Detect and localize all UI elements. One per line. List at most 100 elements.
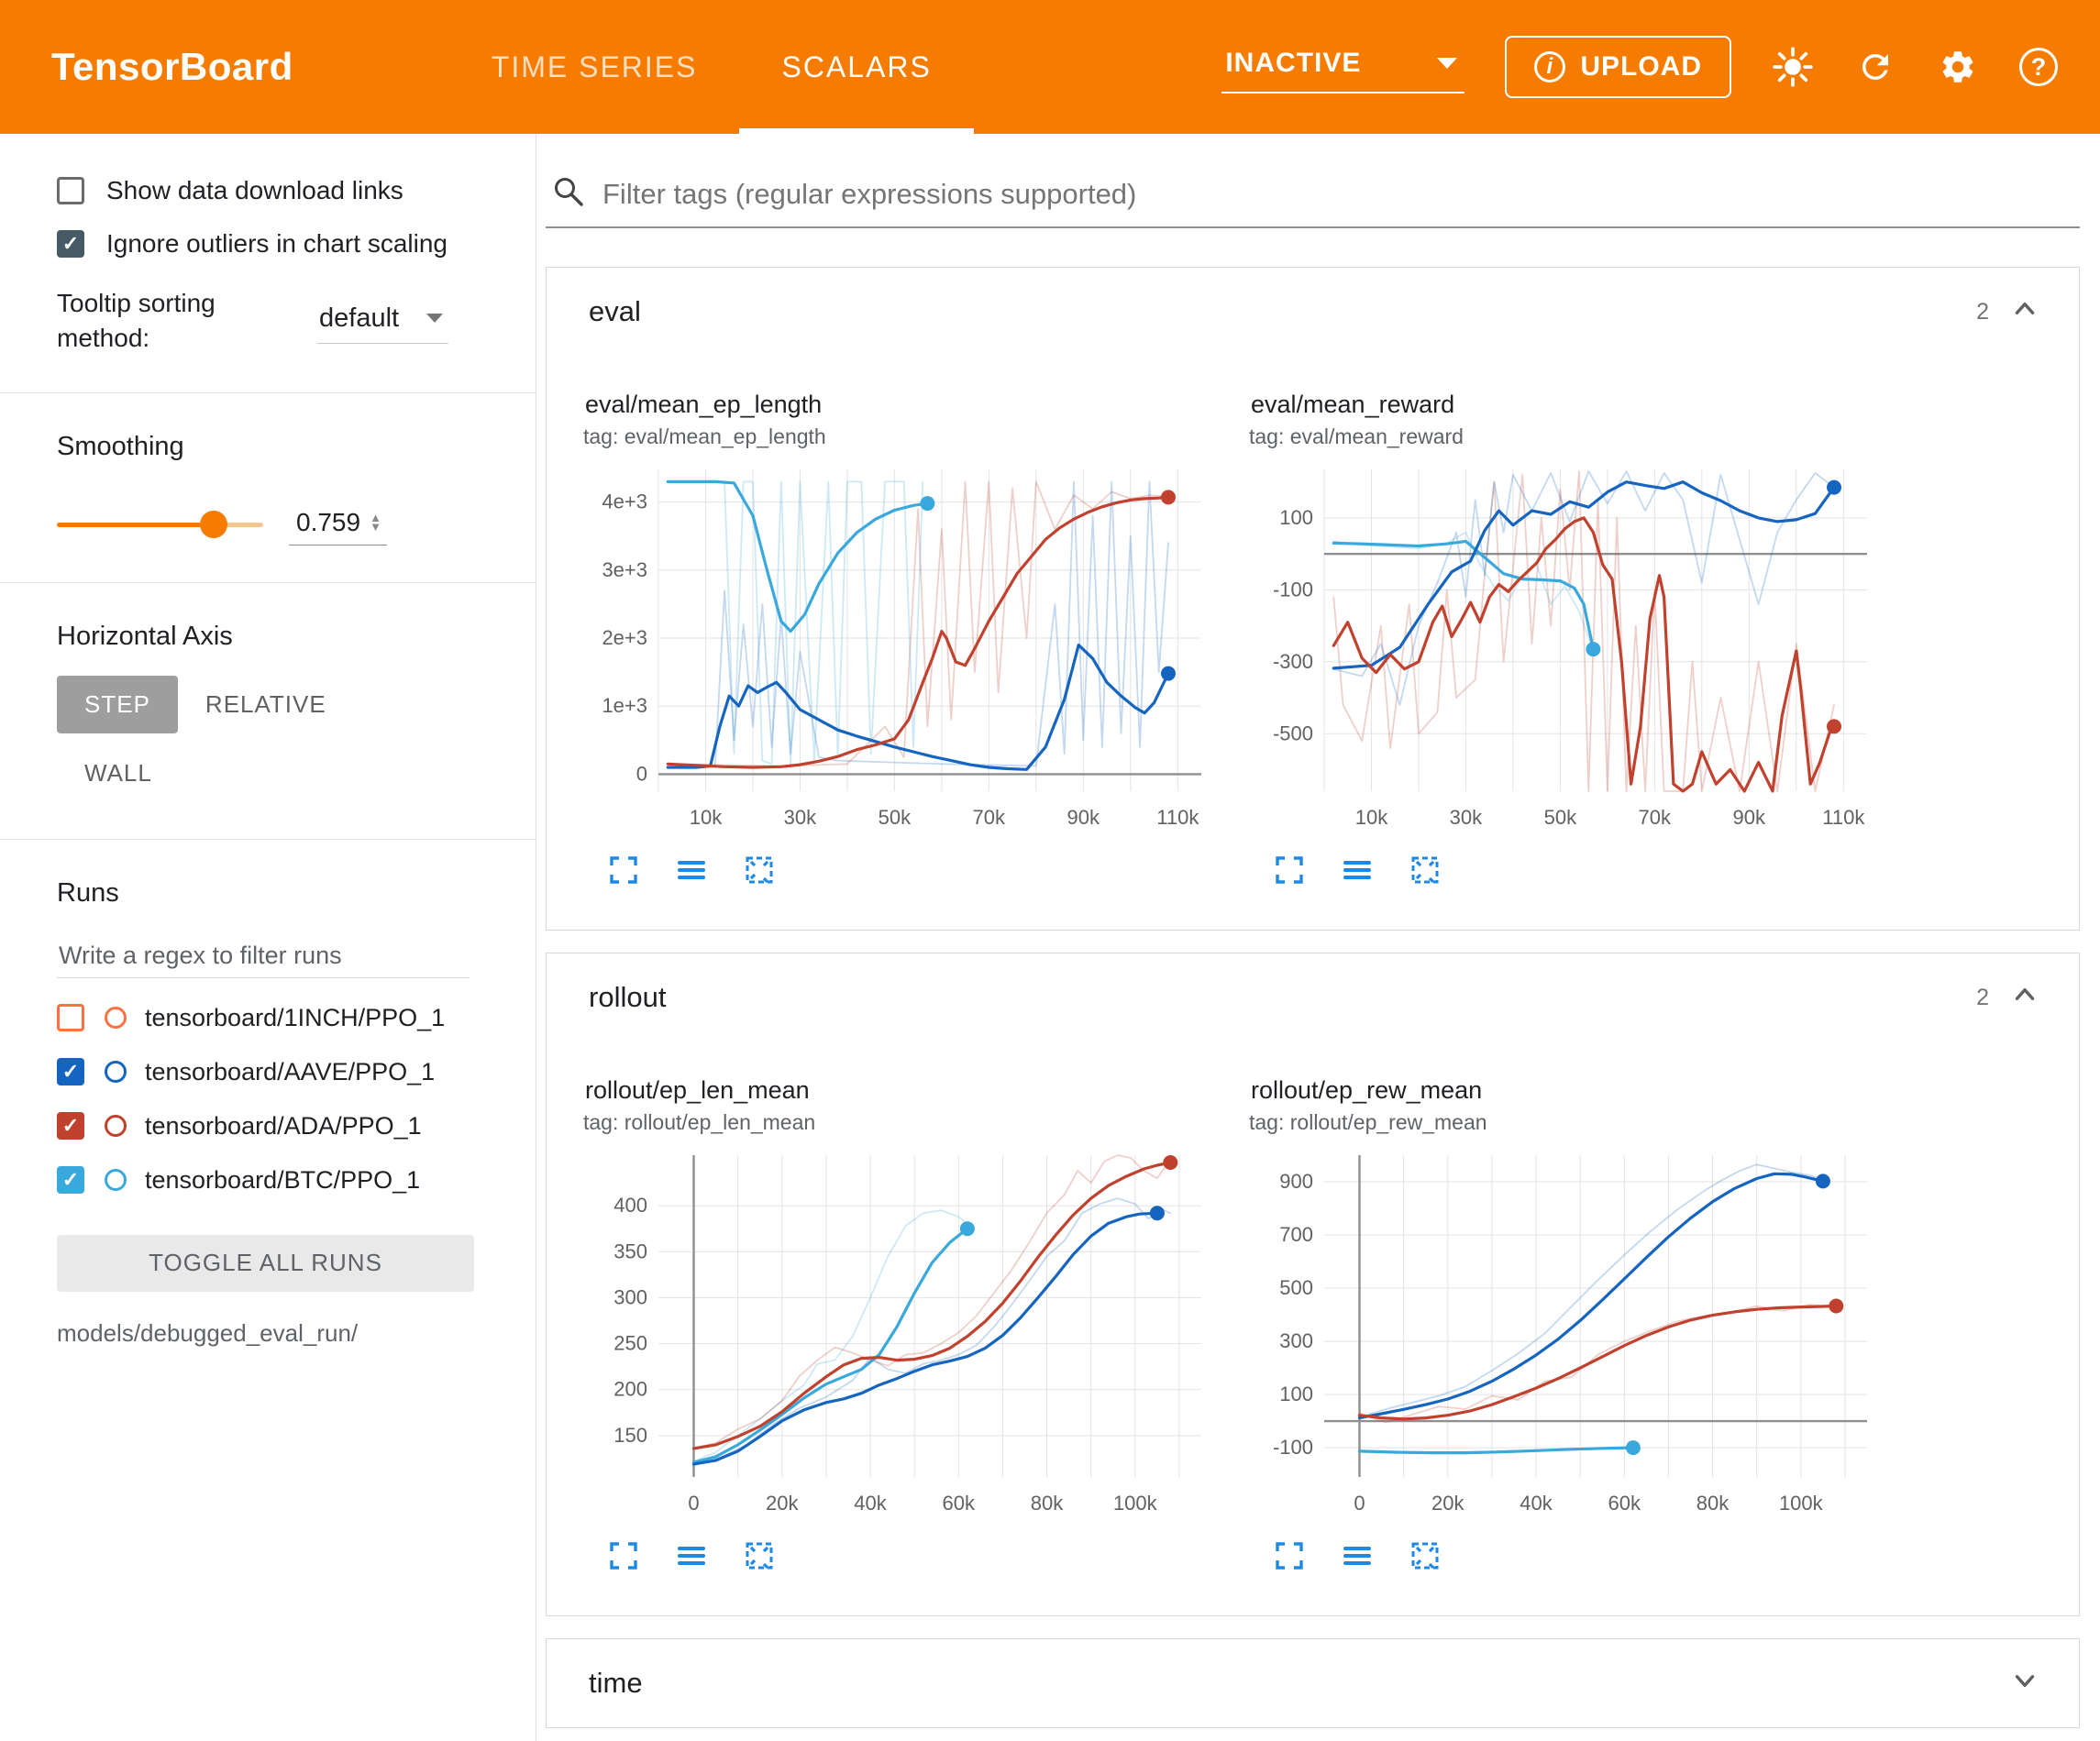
horizontal-lines-icon[interactable] bbox=[675, 1539, 708, 1577]
svg-text:110k: 110k bbox=[1156, 806, 1199, 829]
collapse-icon[interactable] bbox=[2009, 293, 2040, 331]
runs-filter-input[interactable] bbox=[57, 934, 470, 978]
scalars-main-panel: eval 2 eval/mean_ep_length tag: eval/mea… bbox=[536, 134, 2100, 1741]
env-status-value: INACTIVE bbox=[1225, 48, 1361, 79]
tooltip-sorting-value: default bbox=[319, 303, 399, 334]
toggle-all-runs-button[interactable]: TOGGLE ALL RUNS bbox=[57, 1235, 474, 1292]
svg-text:60k: 60k bbox=[943, 1492, 976, 1515]
section-header-time[interactable]: time bbox=[547, 1639, 2079, 1727]
line-chart[interactable]: -100100300500700900020k40k60k80k100k bbox=[1249, 1144, 1891, 1525]
upload-button[interactable]: i UPLOAD bbox=[1505, 36, 1731, 98]
fullscreen-icon[interactable] bbox=[1273, 854, 1306, 891]
chart-actions bbox=[607, 854, 1225, 891]
info-icon: i bbox=[1534, 51, 1565, 83]
run-checkbox[interactable]: ✓ bbox=[57, 1112, 84, 1140]
run-color-circle[interactable] bbox=[105, 1169, 127, 1191]
fit-domain-icon[interactable] bbox=[743, 1539, 776, 1577]
divider bbox=[0, 392, 536, 393]
chart-tag: tag: eval/mean_ep_length bbox=[583, 424, 1225, 449]
smoothing-value-field[interactable]: 0.759 ▲ ▼ bbox=[289, 504, 387, 545]
svg-text:70k: 70k bbox=[1639, 806, 1672, 829]
fit-domain-icon[interactable] bbox=[1409, 854, 1442, 891]
axis-wall-button[interactable]: WALL bbox=[57, 744, 180, 802]
spinner-down-icon[interactable]: ▼ bbox=[370, 523, 381, 532]
svg-text:-100: -100 bbox=[1273, 578, 1313, 601]
run-color-circle[interactable] bbox=[105, 1007, 127, 1029]
brightness-icon[interactable] bbox=[1772, 46, 1814, 88]
section-chart-count: 2 bbox=[1976, 299, 1989, 325]
fullscreen-icon[interactable] bbox=[1273, 1539, 1306, 1577]
smoothing-slider[interactable] bbox=[57, 523, 263, 527]
run-row: ✓ tensorboard/BTC/PPO_1 bbox=[57, 1166, 536, 1195]
axis-relative-button[interactable]: RELATIVE bbox=[178, 676, 354, 733]
slider-thumb[interactable] bbox=[200, 511, 227, 538]
checkbox-label: Ignore outliers in chart scaling bbox=[106, 229, 448, 259]
horizontal-lines-icon[interactable] bbox=[675, 854, 708, 891]
svg-text:60k: 60k bbox=[1608, 1492, 1641, 1515]
fit-domain-icon[interactable] bbox=[743, 854, 776, 891]
svg-text:300: 300 bbox=[613, 1285, 647, 1308]
main-tabs: TIME SERIES SCALARS bbox=[449, 0, 974, 134]
horizontal-lines-icon[interactable] bbox=[1341, 854, 1374, 891]
svg-text:50k: 50k bbox=[1544, 806, 1577, 829]
checkbox-label: Show data download links bbox=[106, 176, 403, 205]
tag-filter-input[interactable] bbox=[602, 178, 2076, 211]
expand-icon[interactable] bbox=[2009, 1665, 2040, 1702]
svg-text:110k: 110k bbox=[1822, 806, 1865, 829]
show-download-links-checkbox[interactable] bbox=[57, 177, 84, 204]
smoothing-value: 0.759 bbox=[296, 508, 360, 537]
horizontal-axis-label: Horizontal Axis bbox=[57, 622, 536, 652]
section-header-rollout[interactable]: rollout 2 bbox=[547, 953, 2079, 1041]
run-checkbox[interactable]: ✓ bbox=[57, 1166, 84, 1194]
svg-text:0: 0 bbox=[688, 1492, 699, 1515]
tooltip-sorting-select[interactable]: default bbox=[317, 298, 448, 344]
line-chart[interactable]: -500-300-10010010k30k50k70k90k110k bbox=[1249, 458, 1891, 839]
run-checkbox[interactable]: ✓ bbox=[57, 1058, 84, 1085]
refresh-icon[interactable] bbox=[1854, 46, 1896, 88]
line-chart[interactable]: 01e+32e+33e+34e+310k30k50k70k90k110k bbox=[583, 458, 1225, 839]
settings-gear-icon[interactable] bbox=[1937, 46, 1979, 88]
svg-text:700: 700 bbox=[1279, 1223, 1313, 1246]
chevron-down-icon bbox=[426, 314, 443, 323]
ignore-outliers-row: ✓ Ignore outliers in chart scaling bbox=[57, 229, 536, 259]
collapse-icon[interactable] bbox=[2009, 979, 2040, 1017]
run-row: tensorboard/1INCH/PPO_1 bbox=[57, 1004, 536, 1032]
run-color-circle[interactable] bbox=[105, 1061, 127, 1083]
svg-text:20k: 20k bbox=[766, 1492, 799, 1515]
value-spinner[interactable]: ▲ ▼ bbox=[370, 513, 381, 532]
axis-step-button[interactable]: STEP bbox=[57, 676, 178, 733]
svg-text:80k: 80k bbox=[1031, 1492, 1064, 1515]
tab-scalars[interactable]: SCALARS bbox=[739, 0, 973, 134]
chart-card: rollout/ep_len_mean tag: rollout/ep_len_… bbox=[583, 1041, 1225, 1577]
run-checkbox[interactable] bbox=[57, 1004, 84, 1031]
charts-row: eval/mean_ep_length tag: eval/mean_ep_le… bbox=[547, 356, 2079, 930]
env-status-dropdown[interactable]: INACTIVE bbox=[1221, 40, 1464, 94]
section-title: eval bbox=[589, 295, 641, 328]
help-icon[interactable]: ? bbox=[2019, 48, 2058, 86]
svg-text:-300: -300 bbox=[1273, 650, 1313, 673]
svg-text:40k: 40k bbox=[854, 1492, 887, 1515]
horizontal-lines-icon[interactable] bbox=[1341, 1539, 1374, 1577]
settings-sidebar: Show data download links ✓ Ignore outlie… bbox=[0, 134, 536, 1741]
section-title: rollout bbox=[589, 981, 666, 1014]
fullscreen-icon[interactable] bbox=[607, 854, 640, 891]
chart-title: rollout/ep_rew_mean bbox=[1251, 1076, 1891, 1105]
run-color-circle[interactable] bbox=[105, 1115, 127, 1137]
section-title: time bbox=[589, 1667, 643, 1700]
chart-card: eval/mean_ep_length tag: eval/mean_ep_le… bbox=[583, 356, 1225, 891]
line-chart[interactable]: 150200250300350400020k40k60k80k100k bbox=[583, 1144, 1225, 1525]
svg-text:90k: 90k bbox=[1067, 806, 1100, 829]
chart-actions bbox=[1273, 854, 1891, 891]
tab-time-series[interactable]: TIME SERIES bbox=[449, 0, 740, 134]
runs-heading: Runs bbox=[57, 878, 536, 909]
svg-text:70k: 70k bbox=[973, 806, 1006, 829]
fullscreen-icon[interactable] bbox=[607, 1539, 640, 1577]
ignore-outliers-checkbox[interactable]: ✓ bbox=[57, 230, 84, 258]
section-header-eval[interactable]: eval 2 bbox=[547, 268, 2079, 356]
fit-domain-icon[interactable] bbox=[1409, 1539, 1442, 1577]
content-area: Show data download links ✓ Ignore outlie… bbox=[0, 134, 2100, 1741]
section-chart-count: 2 bbox=[1976, 985, 1989, 1011]
svg-text:1e+3: 1e+3 bbox=[602, 694, 647, 717]
chart-actions bbox=[607, 1539, 1225, 1577]
svg-text:3e+3: 3e+3 bbox=[602, 558, 647, 581]
